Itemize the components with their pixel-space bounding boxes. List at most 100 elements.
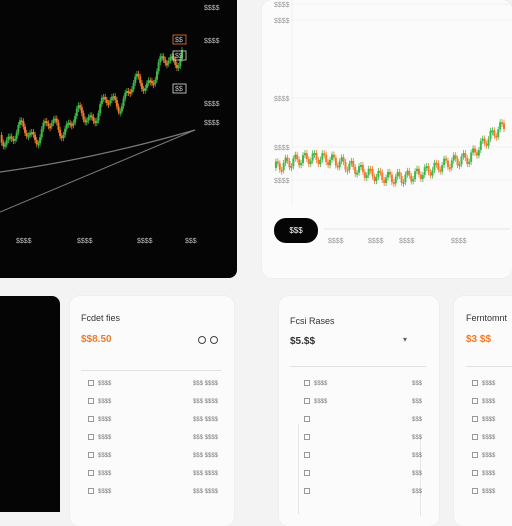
list-row[interactable]: $$$ xyxy=(304,429,422,447)
checkbox-icon[interactable] xyxy=(472,470,478,476)
light-price-candle xyxy=(437,163,440,170)
light-price-candle xyxy=(456,158,459,166)
light-price-candle xyxy=(358,166,361,173)
list-row[interactable]: $$$$ $$$ xyxy=(304,375,422,393)
dark-price-candle xyxy=(164,59,167,64)
light-price-candle xyxy=(379,170,382,173)
checkbox-icon[interactable] xyxy=(304,416,310,422)
light-price-candle xyxy=(464,153,467,159)
dark-price-candle xyxy=(90,115,93,118)
checkbox-icon[interactable] xyxy=(88,416,94,422)
dark-price-candle xyxy=(64,128,67,135)
checkbox-icon[interactable] xyxy=(88,434,94,440)
checkbox-icon[interactable] xyxy=(472,488,478,494)
list-cell xyxy=(314,429,376,447)
checkbox-icon[interactable] xyxy=(304,380,310,386)
list-row[interactable]: $$$$ $$$ $$$$ xyxy=(88,429,218,447)
option-dot-icon[interactable] xyxy=(210,336,218,344)
dark-price-candle xyxy=(85,120,88,123)
light-price-candle xyxy=(408,170,411,176)
light-price-candle xyxy=(356,172,359,175)
checkbox-icon[interactable] xyxy=(88,470,94,476)
light-price-candle xyxy=(396,171,399,177)
list-row[interactable]: $$$$ $$$ $$$$ xyxy=(88,483,218,501)
list-row[interactable]: $$$$ xyxy=(472,411,512,429)
timeframe-pill[interactable]: $$$ xyxy=(274,218,318,243)
dark-price-candle xyxy=(39,137,42,144)
dark-price-candle xyxy=(109,100,112,104)
asset-card-3[interactable]: Ferntomnt $3 $$ $$$$ $$$$ $$$$ $$$$ $$$$ $$$$… xyxy=(454,296,512,526)
list-row[interactable]: $$$ xyxy=(304,411,422,429)
list-cell xyxy=(314,465,376,483)
checkbox-icon[interactable] xyxy=(472,452,478,458)
checkbox-icon[interactable] xyxy=(472,434,478,440)
list-row[interactable]: $$$$ xyxy=(472,393,512,411)
checkbox-icon[interactable] xyxy=(304,398,310,404)
list-row[interactable]: $$$$ xyxy=(472,429,512,447)
asset-card-2[interactable]: Fcsi Rases $5.$$ ▾ $$$$ $$$ $$$$ $$$ $$$ $$$ $… xyxy=(279,296,439,526)
dark-price-candle xyxy=(95,120,98,124)
list-cell: $$$ xyxy=(411,489,422,495)
list-row[interactable]: $$$$ $$$ $$$$ xyxy=(88,375,218,393)
dark-price-candle xyxy=(120,106,123,112)
dark-price-candle xyxy=(10,136,13,139)
light-price-candle xyxy=(458,164,461,167)
y-tick-label: $$$$ xyxy=(274,178,290,185)
light-price-candle xyxy=(325,154,328,163)
dark-price-candle xyxy=(27,135,30,138)
list-row[interactable]: $$$$ $$$ xyxy=(304,393,422,411)
light-price-candle xyxy=(348,163,351,170)
dark-price-candle xyxy=(82,113,85,120)
checkbox-icon[interactable] xyxy=(472,380,478,386)
light-price-candle xyxy=(495,135,498,138)
light-price-candle xyxy=(365,175,368,178)
chevron-down-icon[interactable]: ▾ xyxy=(403,335,407,344)
list-row[interactable]: $$$ xyxy=(304,483,422,501)
light-price-candle xyxy=(406,170,409,175)
checkbox-icon[interactable] xyxy=(88,380,94,386)
checkbox-icon[interactable] xyxy=(88,488,94,494)
dark-price-candle xyxy=(144,87,147,91)
light-price-candle xyxy=(361,165,364,172)
light-price-candle xyxy=(381,172,384,180)
checkbox-icon[interactable] xyxy=(88,452,94,458)
light-price-candle xyxy=(315,153,318,160)
list-cell: $$$ $$$$ xyxy=(192,381,218,387)
light-price-candle xyxy=(385,177,388,183)
checkbox-icon[interactable] xyxy=(304,488,310,494)
list-row[interactable]: $$$$ $$$ $$$$ xyxy=(88,411,218,429)
checkbox-icon[interactable] xyxy=(304,434,310,440)
dark-price-candle xyxy=(132,82,135,90)
checkbox-icon[interactable] xyxy=(472,416,478,422)
list-row[interactable]: $$$$ xyxy=(472,375,512,393)
option-dot-icon[interactable] xyxy=(198,336,206,344)
list-row[interactable]: $$$$ xyxy=(472,465,512,483)
light-price-candle xyxy=(332,154,335,158)
list-row[interactable]: $$$ xyxy=(304,447,422,465)
light-price-candle xyxy=(330,154,333,160)
list-row[interactable]: $$$ xyxy=(304,465,422,483)
dark-price-candle xyxy=(55,118,58,123)
checkbox-icon[interactable] xyxy=(304,470,310,476)
dark-price-candle xyxy=(24,126,27,133)
list-row[interactable]: $$$$ xyxy=(472,483,512,501)
x-tick-label: $$$$ xyxy=(368,238,384,245)
checkbox-icon[interactable] xyxy=(472,398,478,404)
checkbox-icon[interactable] xyxy=(88,398,94,404)
checkbox-icon[interactable] xyxy=(304,452,310,458)
light-price-candle xyxy=(417,168,420,175)
list-row[interactable]: $$$$ xyxy=(472,447,512,465)
list-cell: $$$ xyxy=(411,453,422,459)
list-row[interactable]: $$$$ $$$ $$$$ xyxy=(88,393,218,411)
dark-price-candle xyxy=(57,122,60,130)
dark-price-candle xyxy=(79,105,82,108)
dark-price-candle xyxy=(139,76,142,84)
list-row[interactable]: $$$$ $$$ $$$$ xyxy=(88,447,218,465)
asset-card-1[interactable]: Fcdet fies $$8.50 $$$$ $$$ $$$$ $$$$ $$$ $$… xyxy=(70,296,234,526)
dark-price-candle xyxy=(74,116,77,123)
dark-price-candle xyxy=(130,89,133,93)
list-row[interactable]: $$$$ $$$ $$$$ xyxy=(88,465,218,483)
light-price-candle xyxy=(309,160,312,165)
list-cell: $$$$ xyxy=(314,381,328,387)
dark-price-candle xyxy=(32,131,35,135)
